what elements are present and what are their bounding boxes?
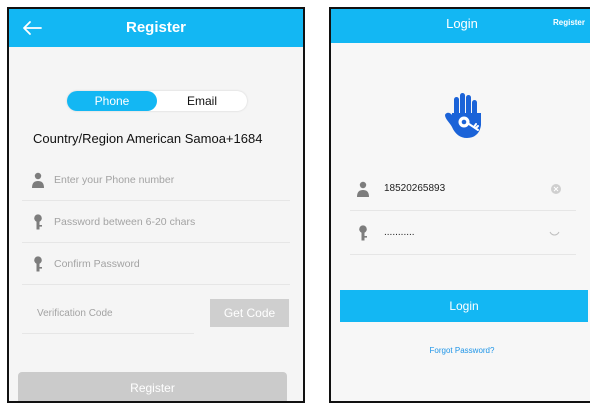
user-icon bbox=[32, 172, 44, 188]
get-code-button[interactable]: Get Code bbox=[210, 299, 289, 327]
register-button[interactable]: Register bbox=[18, 372, 287, 401]
key-icon bbox=[34, 214, 42, 230]
register-header: Register bbox=[9, 9, 303, 47]
eye-closed-icon[interactable] bbox=[549, 231, 560, 237]
verification-code-field[interactable]: Verification Code bbox=[22, 296, 194, 334]
user-icon bbox=[357, 181, 369, 197]
phone-number-placeholder: Enter your Phone number bbox=[54, 174, 175, 186]
page-title: Register bbox=[125, 19, 187, 36]
register-screen: Register Phone Email Country/Region Amer… bbox=[7, 7, 305, 403]
phone-number-field[interactable]: Enter your Phone number bbox=[22, 160, 290, 201]
hand-logo-icon bbox=[445, 93, 481, 138]
clear-icon[interactable] bbox=[551, 184, 561, 194]
phone-number-input[interactable]: 18520265893 bbox=[350, 170, 576, 211]
password-field[interactable]: Password between 6-20 chars bbox=[22, 202, 290, 243]
tab-email[interactable]: Email bbox=[157, 91, 247, 111]
page-title: Login bbox=[446, 16, 478, 31]
register-link[interactable]: Register bbox=[553, 18, 585, 27]
key-icon bbox=[359, 225, 367, 241]
phone-number-value: 18520265893 bbox=[384, 183, 446, 194]
registration-method-switch: Phone Email bbox=[67, 91, 247, 111]
verification-code-placeholder: Verification Code bbox=[37, 308, 113, 319]
forgot-password-link[interactable]: Forgot Password? bbox=[331, 346, 590, 355]
confirm-password-placeholder: Confirm Password bbox=[54, 258, 140, 270]
login-button[interactable]: Login bbox=[340, 290, 588, 322]
screenshot-canvas: Register Phone Email Country/Region Amer… bbox=[0, 0, 590, 403]
confirm-password-field[interactable]: Confirm Password bbox=[22, 244, 290, 285]
password-input[interactable]: ........... bbox=[350, 214, 576, 255]
login-header: Login Register bbox=[331, 9, 590, 43]
password-placeholder: Password between 6-20 chars bbox=[54, 216, 196, 228]
login-screen: Login Register 18520265893 ........... L… bbox=[329, 7, 590, 403]
tab-phone[interactable]: Phone bbox=[67, 91, 157, 111]
password-value: ........... bbox=[384, 227, 415, 238]
country-region-selector[interactable]: Country/Region American Samoa+1684 bbox=[33, 131, 262, 146]
key-icon bbox=[34, 256, 42, 272]
